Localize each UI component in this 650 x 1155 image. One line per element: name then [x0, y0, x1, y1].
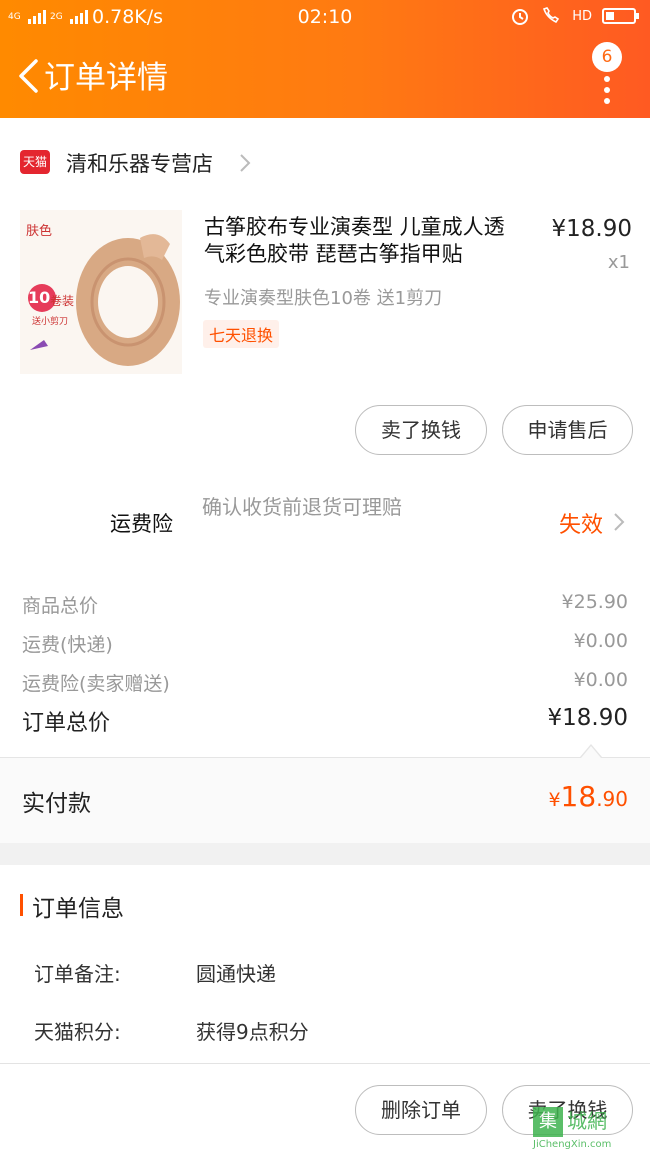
bottom-divider: [0, 1063, 650, 1064]
price-line-label: 运费险(卖家赠送): [22, 673, 170, 695]
shipping-insurance-desc: 确认收货前退货可理赔: [202, 495, 402, 519]
store-name: 清和乐器专营店: [66, 152, 213, 176]
chevron-right-icon: [240, 154, 251, 172]
alarm-icon: [512, 9, 529, 25]
product-image-unit: 卷装: [50, 294, 75, 308]
price-line-value: ¥0.00: [573, 669, 628, 691]
paid-currency: ¥: [548, 789, 561, 811]
price-line-value: ¥0.00: [573, 630, 628, 652]
order-info-key: 天猫积分:: [34, 1020, 121, 1044]
watermark-text: 城網: [567, 1109, 607, 1133]
store-row[interactable]: 天猫 清和乐器专营店: [0, 140, 650, 184]
order-total-line: 订单总价 ¥18.90: [22, 705, 628, 737]
shipping-insurance-label: 运费险: [110, 512, 173, 536]
paid-amount-box: 实付款 ¥18.90: [0, 757, 650, 843]
order-info-value: 圆通快递: [196, 962, 276, 986]
price-line-label: 商品总价: [22, 595, 99, 617]
caret-pointer-inner: [581, 746, 601, 758]
watermark: 集 城網 JiChengXin.com: [533, 1105, 645, 1153]
watermark-url: JiChengXin.com: [533, 1139, 612, 1150]
watermark-logo: 集: [533, 1107, 563, 1137]
paid-value: ¥18.90: [548, 780, 628, 813]
order-info-key: 订单备注:: [34, 962, 121, 986]
order-info-row-remark: 订单备注: 圆通快递: [34, 958, 276, 987]
product-image-count: 10: [28, 288, 51, 307]
shipping-insurance-status[interactable]: 失效: [559, 507, 603, 539]
sell-for-cash-button[interactable]: 卖了换钱: [355, 405, 487, 455]
more-dots-icon: [604, 76, 612, 109]
battery-icon: [602, 8, 639, 24]
paid-decimal: .90: [596, 787, 628, 811]
product-spec: 专业演奏型肤色10卷 送1剪刀: [204, 288, 443, 309]
return-policy-tag: 七天退换: [203, 320, 280, 348]
apply-after-sale-button[interactable]: 申请售后: [502, 405, 633, 455]
delete-order-button[interactable]: 删除订单: [355, 1085, 487, 1135]
paid-label: 实付款: [22, 791, 91, 817]
app-header: 4G 2G 0.78K/s 02:10 HD 订单详情 6: [0, 0, 650, 118]
paid-integer: 18: [560, 780, 597, 813]
product-title[interactable]: 古筝胶布专业演奏型 儿童成人透气彩色胶带 琵琶古筝指甲贴: [204, 214, 524, 268]
back-icon[interactable]: [14, 58, 44, 94]
product-image-gift: 送小剪刀: [32, 317, 69, 327]
price-line-label: 运费(快递): [22, 634, 113, 656]
price-line-value: ¥25.90: [561, 591, 628, 613]
product-image[interactable]: 肤色 10 卷装 送小剪刀: [20, 210, 182, 374]
status-bar: 4G 2G 0.78K/s 02:10 HD: [0, 0, 650, 36]
status-icons: HD: [510, 6, 639, 26]
call-hd-icon: [543, 7, 560, 24]
order-total-value: ¥18.90: [547, 705, 628, 731]
product-quantity: x1: [607, 252, 630, 273]
product-image-color-label: 肤色: [26, 224, 53, 239]
chevron-right-icon[interactable]: [612, 512, 626, 532]
section-accent-bar: [20, 894, 23, 916]
product-price: ¥18.90: [551, 216, 632, 242]
order-total-label: 订单总价: [22, 711, 111, 736]
more-menu-button[interactable]: 6: [590, 42, 630, 104]
order-info-title: 订单信息: [32, 896, 124, 922]
price-line-insurance: 运费险(卖家赠送) ¥0.00: [22, 669, 628, 701]
tmall-icon: 天猫: [20, 150, 50, 174]
hd-label: HD: [572, 8, 592, 24]
section-gap: [0, 843, 650, 865]
price-line-shipping: 运费(快递) ¥0.00: [22, 630, 628, 662]
order-info-row-points: 天猫积分: 获得9点积分: [34, 1016, 309, 1045]
price-line-goods: 商品总价 ¥25.90: [22, 591, 628, 623]
order-info-value: 获得9点积分: [196, 1020, 309, 1044]
message-badge: 6: [592, 42, 622, 72]
page-title: 订单详情: [44, 60, 168, 96]
